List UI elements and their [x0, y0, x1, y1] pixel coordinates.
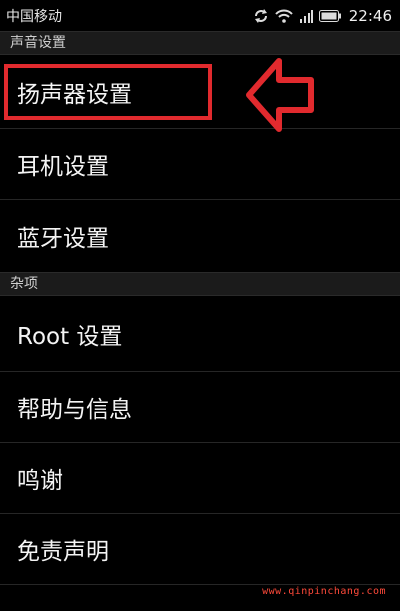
carrier-label: 中国移动 [6, 9, 62, 25]
section-header-misc: 杂项 [0, 272, 400, 296]
left-arrow-icon [246, 56, 316, 134]
clock: 22:46 [348, 7, 392, 25]
sync-icon [253, 8, 269, 24]
list-item-credits[interactable]: 鸣谢 [0, 443, 400, 513]
status-bar: 中国移动 22:46 [0, 0, 400, 32]
highlight-box [4, 64, 212, 120]
section-header-sound: 声音设置 [0, 31, 400, 55]
list-item-help-info[interactable]: 帮助与信息 [0, 372, 400, 442]
wifi-icon [275, 9, 293, 23]
list-item-root-settings[interactable]: Root 设置 [0, 297, 400, 371]
list-item-bluetooth-settings[interactable]: 蓝牙设置 [0, 200, 400, 272]
battery-icon [318, 10, 341, 22]
divider [0, 584, 400, 585]
watermark: www.qinpinchang.com [262, 586, 386, 597]
list-item-disclaimer[interactable]: 免责声明 [0, 514, 400, 584]
list-item-headphone-settings[interactable]: 耳机设置 [0, 129, 400, 199]
status-icons: 22:46 [253, 7, 392, 25]
signal-icon [299, 9, 313, 23]
